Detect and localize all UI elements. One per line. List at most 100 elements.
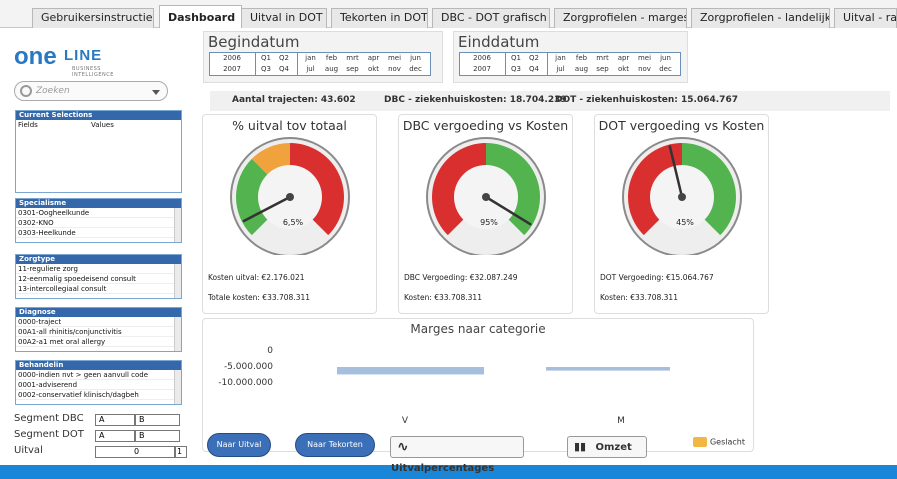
segment-dbc-a[interactable]: A xyxy=(95,414,135,426)
logo: one LINE BUSINESS INTELLIGENCE xyxy=(14,43,144,78)
list-item[interactable]: 00A2-a1 met oral allergy xyxy=(16,337,181,347)
segment-dot-a[interactable]: A xyxy=(95,430,135,442)
month-mei[interactable]: mei xyxy=(635,54,654,62)
list-item[interactable]: 0303-Heelkunde xyxy=(16,228,181,238)
sidebar: one LINE BUSINESS INTELLIGENCE Zoeken Cu… xyxy=(0,28,195,465)
grid-divider xyxy=(297,53,298,75)
tab-gebruikersinstructie[interactable]: Gebruikersinstructie xyxy=(32,8,154,28)
list-item[interactable]: 11-reguliere zorg xyxy=(16,264,181,274)
month-aug[interactable]: aug xyxy=(572,65,591,73)
chevron-down-icon[interactable] xyxy=(152,90,160,95)
gauge-card-dbc: DBC vergoeding vs Kosten 95% DBC Vergoed… xyxy=(398,114,573,314)
month-okt[interactable]: okt xyxy=(614,65,633,73)
month-jul[interactable]: jul xyxy=(551,65,570,73)
legend-geslacht[interactable]: Geslacht xyxy=(693,437,745,447)
quarter-Q2[interactable]: Q2 xyxy=(276,54,292,62)
month-sep[interactable]: sep xyxy=(593,65,612,73)
quarter-Q3[interactable]: Q3 xyxy=(508,65,524,73)
scrollbar[interactable] xyxy=(174,208,181,242)
tab-uitval-in-dot[interactable]: Uitval in DOT xyxy=(241,8,327,28)
list-item[interactable]: 0002-conservatief klinisch/dagbeh xyxy=(16,390,181,400)
kpi-dbc: DBC - ziekenhuiskosten: 18.704.239 xyxy=(384,95,567,105)
uitval-label: Uitval xyxy=(14,445,43,456)
gauge-line1: DBC Vergoeding: €32.087.249 xyxy=(404,273,518,282)
month-aug[interactable]: aug xyxy=(322,65,341,73)
app-frame: Gebruikersinstructie Dashboard Uitval in… xyxy=(0,0,897,474)
search-box[interactable]: Zoeken xyxy=(14,81,168,101)
list-item[interactable]: 13-intercollegiaal consult xyxy=(16,284,181,294)
month-feb[interactable]: feb xyxy=(322,54,341,62)
month-feb[interactable]: feb xyxy=(572,54,591,62)
scrollbar[interactable] xyxy=(174,264,181,298)
kpi-trajecten: Aantal trajecten: 43.602 xyxy=(232,95,356,105)
list-item[interactable]: 0000-traject xyxy=(16,317,181,327)
list-item[interactable]: 0000-indien nvt > geen aanvull code xyxy=(16,370,181,380)
x-tick-label: V xyxy=(402,416,409,426)
logo-one: one xyxy=(14,43,57,70)
gauge-line2: Totale kosten: €33.708.311 xyxy=(208,293,311,302)
quarter-Q3[interactable]: Q3 xyxy=(258,65,274,73)
gauge-line1: Kosten uitval: €2.176.021 xyxy=(208,273,305,282)
year-2007[interactable]: 2007 xyxy=(462,65,502,73)
list-item[interactable]: 12-eenmalig spoedeisend consult xyxy=(16,274,181,284)
year-2006[interactable]: 2006 xyxy=(212,54,252,62)
tab-uitval-rapp[interactable]: Uitval - rapp xyxy=(834,8,897,28)
panel-title: Zorgtype xyxy=(16,255,181,264)
bar-chart-icon: ▮▮ xyxy=(574,440,587,453)
month-mrt[interactable]: mrt xyxy=(343,54,362,62)
begindatum-title: Begindatum xyxy=(208,33,300,51)
month-jun[interactable]: jun xyxy=(406,54,425,62)
tab-zorgprofielen-marges[interactable]: Zorgprofielen - marges xyxy=(554,8,687,28)
omzet-button[interactable]: ▮▮ Omzet xyxy=(567,436,647,458)
list-item[interactable]: 0001-adviserend xyxy=(16,380,181,390)
uitval-b[interactable]: 1 xyxy=(175,446,187,458)
tab-dashboard[interactable]: Dashboard xyxy=(159,5,242,28)
segment-dbc-b[interactable]: B xyxy=(135,414,180,426)
month-jul[interactable]: jul xyxy=(301,65,320,73)
quarter-Q2[interactable]: Q2 xyxy=(526,54,542,62)
month-apr[interactable]: apr xyxy=(364,54,383,62)
uitvalpercentages-button[interactable]: ∿ Uitvalpercentages xyxy=(390,436,524,474)
month-sep[interactable]: sep xyxy=(343,65,362,73)
month-dec[interactable]: dec xyxy=(406,65,425,73)
year-2006[interactable]: 2006 xyxy=(462,54,502,62)
month-jan[interactable]: jan xyxy=(551,54,570,62)
segment-dot-b[interactable]: B xyxy=(135,430,180,442)
gauge: 95% xyxy=(426,137,546,255)
tab-zorgprofielen-landelijk[interactable]: Zorgprofielen - landelijk xyxy=(691,8,830,28)
quarter-Q4[interactable]: Q4 xyxy=(526,65,542,73)
quarter-Q1[interactable]: Q1 xyxy=(258,54,274,62)
month-apr[interactable]: apr xyxy=(614,54,633,62)
month-dec[interactable]: dec xyxy=(656,65,675,73)
gauge-value: 95% xyxy=(480,218,498,227)
month-mrt[interactable]: mrt xyxy=(593,54,612,62)
year-2007[interactable]: 2007 xyxy=(212,65,252,73)
gauge-title: DOT vergoeding vs Kosten xyxy=(598,118,765,133)
gauge: 45% xyxy=(622,137,742,255)
naar-uitval-button[interactable]: Naar Uitval xyxy=(207,433,271,457)
gauge-pivot xyxy=(482,193,490,201)
gauge-card-uitval: % uitval tov totaal 6,5% Kosten uitval: … xyxy=(202,114,377,314)
current-selections-panel: Current Selections Fields Values xyxy=(15,110,182,193)
uitval-a[interactable]: 0 xyxy=(95,446,175,458)
quarter-Q4[interactable]: Q4 xyxy=(276,65,292,73)
list-item[interactable]: 0301-Oogheelkunde xyxy=(16,208,181,218)
list-item[interactable]: 00A1-all rhinitis/conjunctivitis xyxy=(16,327,181,337)
list-item[interactable]: 0302-KNO xyxy=(16,218,181,228)
month-okt[interactable]: okt xyxy=(364,65,383,73)
month-nov[interactable]: nov xyxy=(635,65,654,73)
quarter-Q1[interactable]: Q1 xyxy=(508,54,524,62)
month-mei[interactable]: mei xyxy=(385,54,404,62)
chart-title: Marges naar categorie xyxy=(410,322,546,336)
naar-tekorten-button[interactable]: Naar Tekorten xyxy=(295,433,375,457)
month-nov[interactable]: nov xyxy=(385,65,404,73)
gauge-title: DBC vergoeding vs Kosten xyxy=(402,118,569,133)
panel-title: Behandelin xyxy=(16,361,181,370)
gauge: 6,5% xyxy=(230,137,350,255)
tab-tekorten-in-dot[interactable]: Tekorten in DOT xyxy=(331,8,428,28)
month-jun[interactable]: jun xyxy=(656,54,675,62)
month-jan[interactable]: jan xyxy=(301,54,320,62)
scrollbar[interactable] xyxy=(174,370,181,404)
scrollbar[interactable] xyxy=(174,317,181,351)
tab-dbc-dot-grafisch[interactable]: DBC - DOT grafisch xyxy=(432,8,550,28)
